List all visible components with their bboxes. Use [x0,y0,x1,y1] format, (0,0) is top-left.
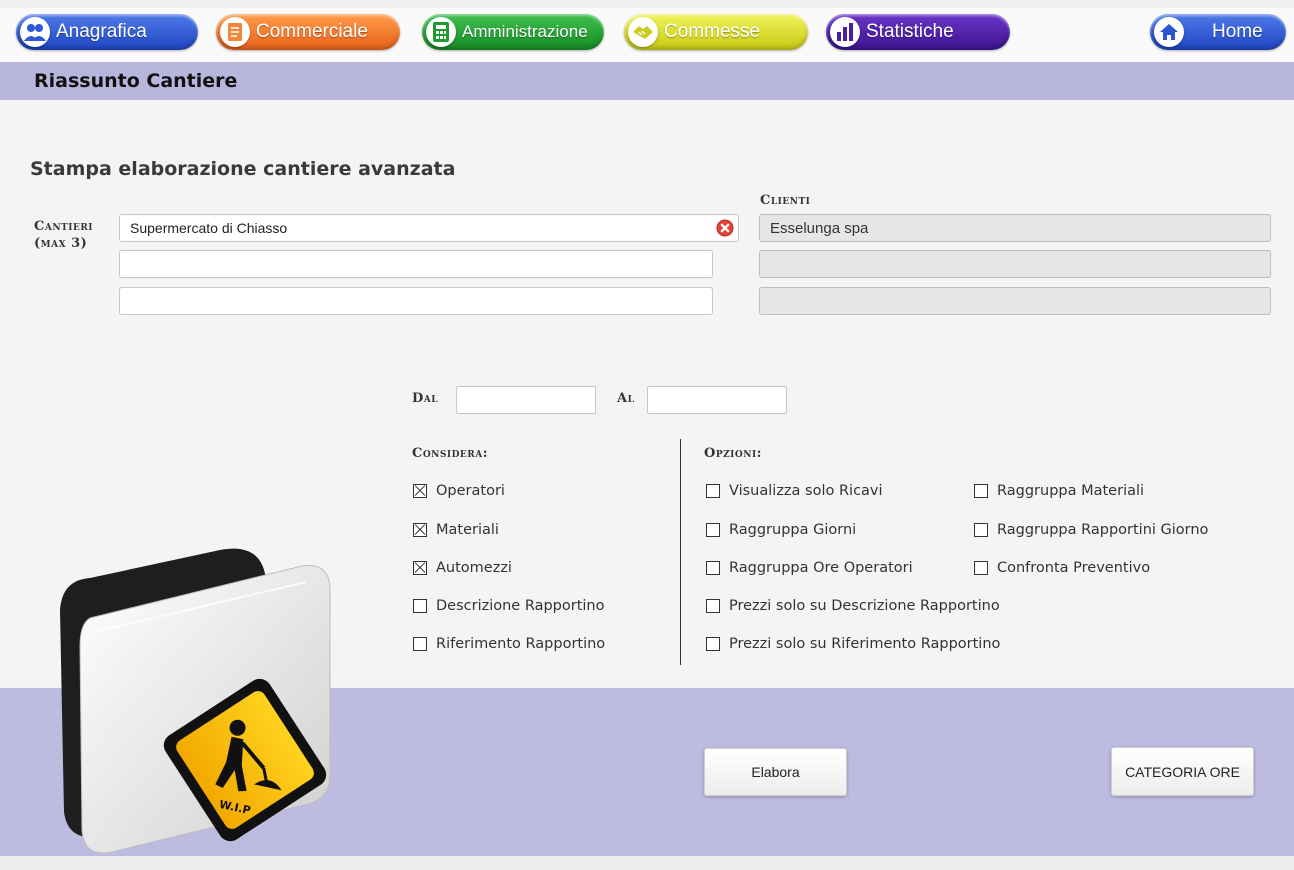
checkbox-label: Descrizione Rapportino [436,598,605,614]
checkbox-label: Raggruppa Materiali [997,483,1145,499]
considera-riferimento-rapportino-checkbox[interactable]: Riferimento Rapportino [413,636,605,652]
calculator-icon [426,17,456,47]
nav-statistiche-label: Statistiche [866,21,954,42]
nav-commesse-button[interactable]: Commesse [624,14,808,50]
document-icon [220,17,250,47]
dal-label: Dal [412,391,439,406]
opzione-prezzi-descrizione-rapportino-checkbox[interactable]: Prezzi solo su Descrizione Rapportino [706,598,1000,614]
top-nav-bar: Anagrafica Commerciale Amministrazione C… [0,0,1294,62]
considera-materiali-checkbox[interactable]: Materiali [413,522,499,538]
people-icon [20,17,50,47]
cantiere-input-1-value: Supermercato di Chiasso [130,220,288,236]
opzione-raggruppa-rapportini-giorno-checkbox[interactable]: Raggruppa Rapportini Giorno [974,522,1208,538]
nav-anagrafica-button[interactable]: Anagrafica [16,14,198,50]
al-date-input[interactable] [647,386,787,414]
nav-statistiche-button[interactable]: Statistiche [826,14,1010,50]
nav-commesse-label: Commesse [664,21,761,42]
cantiere-input-2[interactable] [119,250,713,278]
checkbox-box [706,484,720,498]
checkbox-label: Operatori [436,483,505,499]
clear-cantiere-button[interactable] [712,217,738,239]
elabora-button[interactable]: Elabora [704,748,847,796]
cantiere-input-3[interactable] [119,287,713,315]
checkbox-label: Visualizza solo Ricavi [729,483,883,499]
checkbox-box [706,561,720,575]
nav-home-button[interactable]: Home [1150,14,1286,50]
folder-wip-illustration: W.I.P [60,548,331,854]
nav-amministrazione-label: Amministrazione [462,22,588,41]
cantieri-label-line1: Cantieri [34,219,94,234]
cliente-field-3 [759,287,1271,315]
checkbox-box [413,637,427,651]
cliente-field-2 [759,250,1271,278]
checkbox-box [974,523,988,537]
nav-home-label: Home [1212,21,1263,42]
categoria-ore-button[interactable]: CATEGORIA ORE [1111,747,1254,796]
opzione-raggruppa-ore-operatori-checkbox[interactable]: Raggruppa Ore Operatori [706,560,913,576]
cantieri-label: Cantieri (max 3) [34,218,114,252]
nav-anagrafica-label: Anagrafica [56,21,147,42]
cliente-field-1-value: Esselunga spa [770,219,869,237]
checkbox-label: Riferimento Rapportino [436,636,606,652]
checkbox-label: Automezzi [436,560,512,576]
nav-commerciale-button[interactable]: Commerciale [216,14,400,50]
folder-icon [60,548,331,854]
form-title: Stampa elaborazione cantiere avanzata [30,158,456,180]
checkbox-label: Prezzi solo su Riferimento Rapportino [729,636,1001,652]
considera-operatori-checkbox[interactable]: Operatori [413,483,505,499]
opzione-confronta-preventivo-checkbox[interactable]: Confronta Preventivo [974,560,1150,576]
checkbox-box [974,484,988,498]
checkbox-box [413,561,427,575]
checkbox-label: Materiali [436,522,499,538]
checkbox-label: Raggruppa Giorni [729,522,857,538]
cliente-field-1: Esselunga spa [759,214,1271,242]
checkbox-box [706,523,720,537]
nav-commerciale-label: Commerciale [256,21,368,42]
checkbox-label: Raggruppa Rapportini Giorno [997,522,1209,538]
checkbox-box [706,599,720,613]
checkbox-box [974,561,988,575]
opzioni-title: Opzioni: [704,446,762,461]
considera-title: Considera: [412,446,489,461]
considera-descrizione-rapportino-checkbox[interactable]: Descrizione Rapportino [413,598,605,614]
checkbox-box [413,484,427,498]
bar-chart-icon [830,17,860,47]
page-title: Riassunto Cantiere [34,70,238,92]
checkbox-label: Prezzi solo su Descrizione Rapportino [729,598,1000,614]
handshake-icon [628,17,658,47]
opzione-raggruppa-giorni-checkbox[interactable]: Raggruppa Giorni [706,522,856,538]
opzione-raggruppa-materiali-checkbox[interactable]: Raggruppa Materiali [974,483,1144,499]
opzione-visualizza-solo-ricavi-checkbox[interactable]: Visualizza solo Ricavi [706,483,883,499]
checkbox-label: Confronta Preventivo [997,560,1151,576]
nav-amministrazione-button[interactable]: Amministrazione [422,14,604,50]
column-divider [680,439,681,665]
close-icon [716,219,734,237]
al-label: Al [617,391,635,406]
checkbox-box [706,637,720,651]
home-icon [1154,17,1184,47]
checkbox-box [413,599,427,613]
dal-date-input[interactable] [456,386,596,414]
opzione-prezzi-riferimento-rapportino-checkbox[interactable]: Prezzi solo su Riferimento Rapportino [706,636,1000,652]
checkbox-box [413,523,427,537]
cantieri-label-line2: (max 3) [34,236,88,251]
cantiere-input-1[interactable]: Supermercato di Chiasso [119,214,739,242]
considera-automezzi-checkbox[interactable]: Automezzi [413,560,512,576]
checkbox-label: Raggruppa Ore Operatori [729,560,913,576]
clienti-label: Clienti [760,193,811,208]
